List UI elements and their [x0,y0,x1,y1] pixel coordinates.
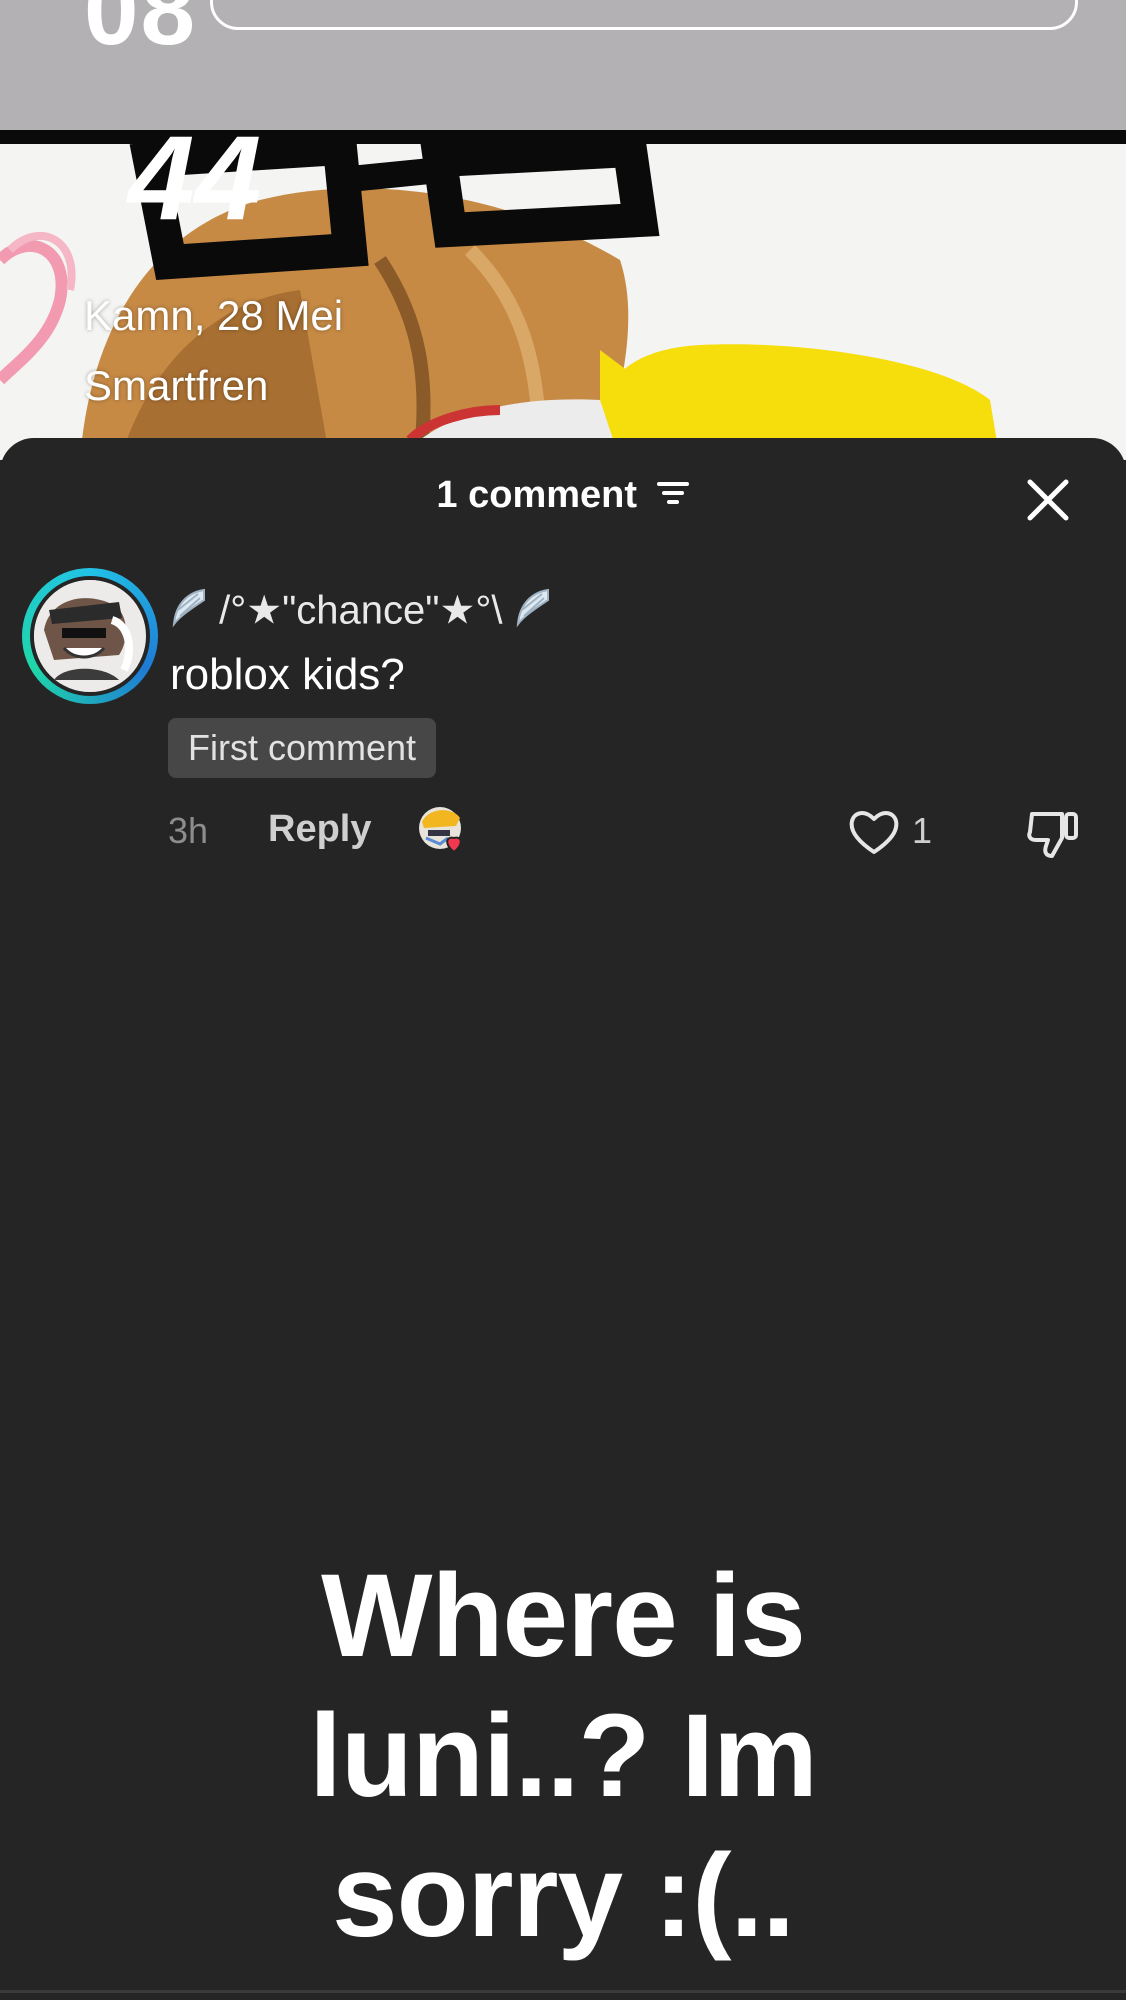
video-carrier-text: Smartfren [84,362,269,409]
wing-icon [514,586,552,640]
video-caption-overlay: Where is luni..? Im sorry :(.. [309,1550,818,1962]
first-comment-badge: First comment [168,718,437,778]
heart-outline-icon [849,811,899,854]
filter-icon[interactable] [656,475,690,518]
comment-username[interactable]: /°★"chance"★°\ [170,586,552,640]
comment-item: /°★"chance"★°\ roblox kids? First commen… [0,562,1126,862]
close-button[interactable] [1018,470,1078,530]
wing-icon [170,586,208,640]
comment-sheet: 1 comment /°★"chance"★°\ roblox kids? Fi… [0,438,1126,2000]
thumbs-down-icon [1027,812,1078,858]
sheet-header: 1 comment [0,438,1126,562]
creator-liked-avatar [418,804,470,856]
video-clock-text-2: 44 [128,111,262,245]
comment-count-sort[interactable]: 1 comment [0,474,1126,518]
username-text: /°★"chance"★°\ [219,588,503,633]
bottom-divider [0,1990,1126,1993]
comment-timestamp: 3h [168,810,209,851]
video-clock-text: 08 [84,0,198,65]
comment-text: roblox kids? [170,650,405,699]
video-background: 08 44 Kamn, 28 Mei Smartfren [0,0,1126,460]
close-icon [1027,479,1069,521]
reply-button[interactable]: Reply [268,808,371,851]
like-button[interactable] [846,806,902,858]
comment-count-label: 1 comment [436,474,638,516]
like-count: 1 [912,810,933,851]
heart-badge-icon [446,836,462,854]
avatar[interactable] [22,568,158,704]
dislike-button[interactable] [1024,806,1084,862]
comment-actions: 3h Reply 1 [0,802,1126,862]
video-date-text: Kamn, 28 Mei [84,292,344,339]
